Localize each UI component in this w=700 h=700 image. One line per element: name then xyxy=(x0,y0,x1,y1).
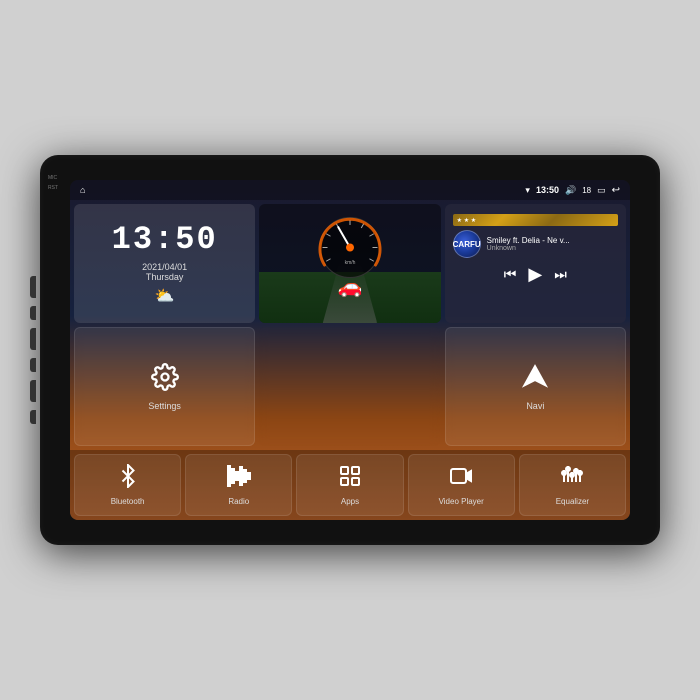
settings-label: Settings xyxy=(148,401,181,411)
apps-icon xyxy=(338,464,362,494)
music-controls: ⏮ ▶ ⏭ xyxy=(453,264,618,285)
clock-time: 13:50 xyxy=(112,221,218,258)
app-bar: Bluetooth Radio xyxy=(70,450,630,520)
clock-weather: ⛅ xyxy=(155,286,175,306)
side-button-4[interactable] xyxy=(30,358,36,372)
next-button[interactable]: ⏭ xyxy=(554,266,567,283)
prev-button[interactable]: ⏮ xyxy=(504,266,517,283)
navi-label: Navi xyxy=(526,401,544,411)
apps-label: Apps xyxy=(341,497,359,506)
app-item-video[interactable]: Video Player xyxy=(408,454,515,516)
home-icon[interactable]: ⌂ xyxy=(80,185,85,195)
side-button-3[interactable] xyxy=(30,328,36,350)
volume-level: 18 xyxy=(582,186,591,195)
music-logo: CARFU xyxy=(453,230,481,258)
equalizer-label: Equalizer xyxy=(556,497,589,506)
music-text: Smiley ft. Delia - Ne v... Unknown xyxy=(487,236,618,252)
svg-text:km/h: km/h xyxy=(345,260,356,266)
wifi-icon: ▾ xyxy=(525,185,530,196)
navi-widget[interactable]: Navi xyxy=(445,327,626,446)
app-item-equalizer[interactable]: Equalizer xyxy=(519,454,626,516)
bluetooth-icon xyxy=(116,464,140,494)
settings-icon xyxy=(151,363,179,397)
sound-icon: 🔊 xyxy=(565,185,576,196)
video-label: Video Player xyxy=(439,497,484,506)
equalizer-icon xyxy=(560,464,584,494)
clock-day: Thursday xyxy=(146,272,184,282)
gauge-svg: km/h xyxy=(312,210,387,285)
mic-label: MIC xyxy=(48,175,58,181)
navi-icon xyxy=(521,363,549,397)
settings-widget[interactable]: Settings xyxy=(74,327,255,446)
side-button-6[interactable] xyxy=(30,410,36,424)
app-item-radio[interactable]: Radio xyxy=(185,454,292,516)
radio-label: Radio xyxy=(228,497,249,506)
play-button[interactable]: ▶ xyxy=(528,264,542,285)
music-info: CARFU Smiley ft. Delia - Ne v... Unknown xyxy=(453,230,618,258)
music-title: Smiley ft. Delia - Ne v... xyxy=(487,236,618,245)
app-item-bluetooth[interactable]: Bluetooth xyxy=(74,454,181,516)
road-view-extension xyxy=(259,327,440,446)
clock-date: 2021/04/01 xyxy=(142,262,187,272)
status-time: 13:50 xyxy=(536,185,559,195)
weather-icon: ⛅ xyxy=(155,286,175,306)
video-icon xyxy=(449,464,473,494)
music-artist: Unknown xyxy=(487,245,618,252)
app-item-apps[interactable]: Apps xyxy=(296,454,403,516)
side-button-5[interactable] xyxy=(30,380,36,402)
side-buttons xyxy=(30,276,36,424)
rst-label: RST xyxy=(48,185,58,191)
music-widget: ★ ★ ★ CARFU Smiley ft. Delia - Ne v... U… xyxy=(445,204,626,323)
battery-icon: ▭ xyxy=(597,185,606,196)
status-bar: ⌂ ▾ 13:50 🔊 18 ▭ ↩ xyxy=(70,180,630,200)
music-ribbon: ★ ★ ★ xyxy=(453,214,618,226)
speedometer-widget: 🚗 xyxy=(259,204,440,323)
side-button-2[interactable] xyxy=(30,306,36,320)
ribbon-decoration: ★ ★ ★ xyxy=(457,217,476,224)
radio-icon xyxy=(227,464,251,494)
back-icon[interactable]: ↩ xyxy=(612,185,620,196)
main-content: 13:50 2021/04/01 Thursday ⛅ 🚗 xyxy=(70,200,630,450)
status-left: ⌂ xyxy=(80,185,85,195)
side-button-1[interactable] xyxy=(30,276,36,298)
bluetooth-label: Bluetooth xyxy=(111,497,145,506)
screen: ⌂ ▾ 13:50 🔊 18 ▭ ↩ 13:50 2021/04/01 Thur… xyxy=(70,180,630,520)
clock-widget: 13:50 2021/04/01 Thursday ⛅ xyxy=(74,204,255,323)
status-right: ▾ 13:50 🔊 18 ▭ ↩ xyxy=(525,185,620,196)
car-head-unit: MIC RST ⌂ ▾ 13:50 🔊 18 ▭ ↩ 13:50 2021/04… xyxy=(40,155,660,545)
